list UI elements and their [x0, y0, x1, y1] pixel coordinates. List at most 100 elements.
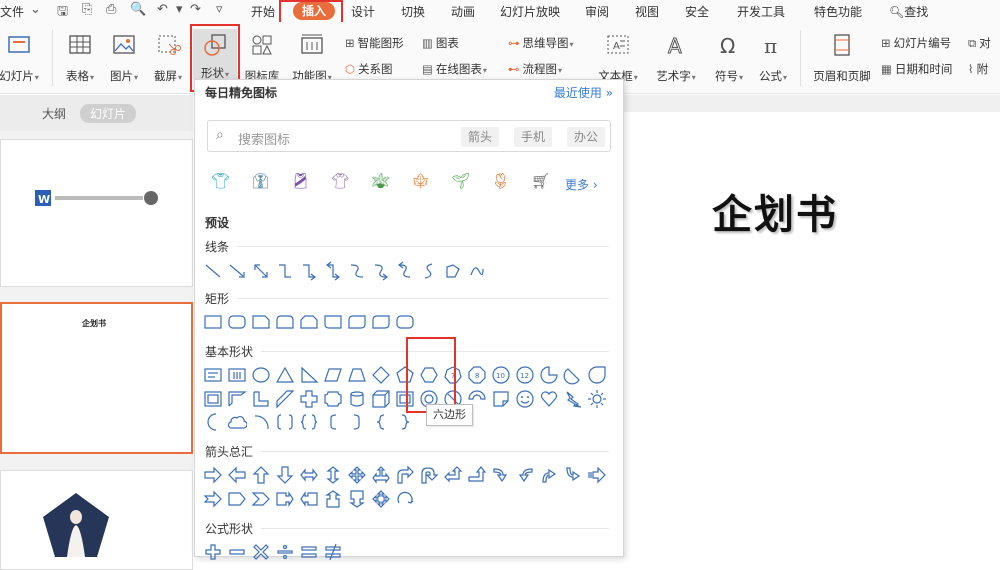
leaves-icon[interactable]: 🍁︎	[411, 172, 430, 190]
slide-thumbnail-3[interactable]	[0, 470, 193, 570]
tab-review[interactable]: 审阅	[585, 3, 609, 20]
left-right-up-arrow-shape[interactable]	[371, 465, 391, 485]
dodecagon-shape[interactable]: 12	[515, 365, 535, 385]
up-arrow-shape[interactable]	[251, 465, 271, 485]
not-equal-shape[interactable]	[323, 542, 343, 562]
hexagon-shape[interactable]	[419, 365, 439, 385]
screenshot-button[interactable]: 截屏▾	[148, 32, 188, 84]
right-bracket-shape[interactable]	[347, 412, 367, 432]
pentagon-shape[interactable]	[395, 365, 415, 385]
text-box-shape[interactable]	[203, 365, 223, 385]
diag-stripe-shape[interactable]	[275, 389, 295, 409]
left-arrow-shape[interactable]	[227, 465, 247, 485]
curved-right-arrow-shape[interactable]	[491, 465, 511, 485]
round2-rect-shape[interactable]	[347, 312, 367, 332]
round-top-rect-shape[interactable]	[275, 312, 295, 332]
tab-animation[interactable]: 动画	[451, 3, 475, 20]
clothes-icon[interactable]: 🎽︎	[291, 172, 310, 190]
right-triangle-shape[interactable]	[299, 365, 319, 385]
arrow-line-shape[interactable]	[227, 261, 247, 281]
heptagon-shape[interactable]: 7	[443, 365, 463, 385]
striped-right-arrow-shape[interactable]	[587, 465, 607, 485]
undo-icon[interactable]: ↶	[157, 2, 168, 17]
pentagon-arrow-shape[interactable]	[227, 489, 247, 509]
flower-pot-icon[interactable]: 🌷︎	[491, 172, 510, 190]
moon-shape[interactable]	[203, 412, 223, 432]
date-time-button[interactable]: ▦ 日期和时间	[881, 61, 952, 77]
chevron-shape[interactable]	[251, 489, 271, 509]
formula-button[interactable]: π 公式▾	[753, 32, 793, 84]
slide-number-button[interactable]: ⊞ 幻灯片编号	[881, 35, 951, 51]
tab-security[interactable]: 安全	[685, 3, 709, 20]
cube-shape[interactable]	[371, 389, 391, 409]
minus-shape[interactable]	[227, 542, 247, 562]
left-brace-shape[interactable]	[371, 412, 391, 432]
folded-corner-shape[interactable]	[491, 389, 511, 409]
right-brace-shape[interactable]	[395, 412, 415, 432]
u-turn-arrow-shape[interactable]	[419, 465, 439, 485]
icon-library-button[interactable]: 图标库	[241, 32, 283, 84]
slide-canvas[interactable]	[623, 112, 1000, 557]
slide-thumbnail-2[interactable]: 企划书	[0, 302, 193, 454]
undo-dropdown-icon[interactable]: ▾	[176, 2, 183, 17]
icon-search-box[interactable]: ⌕ 搜索图标 箭头 手机 办公	[207, 120, 611, 152]
decagon-shape[interactable]: 10	[491, 365, 511, 385]
up-down-arrow-shape[interactable]	[323, 465, 343, 485]
flowchart-button[interactable]: ⊷ 流程图▾	[508, 61, 562, 77]
quad-arrow-shape[interactable]	[347, 465, 367, 485]
scribble-shape[interactable]	[467, 261, 487, 281]
tab-slides[interactable]: 幻灯片	[80, 104, 137, 123]
tab-view[interactable]: 视图	[635, 3, 659, 20]
quad-arrow-callout-shape[interactable]	[371, 489, 391, 509]
sun-shape[interactable]	[587, 389, 607, 409]
round-rect-shape[interactable]	[227, 312, 247, 332]
curved-double-arrow-shape[interactable]	[395, 261, 415, 281]
elbow-connector-shape[interactable]	[275, 261, 295, 281]
triangle-shape[interactable]	[275, 365, 295, 385]
slide-title[interactable]: 企划书	[712, 182, 838, 240]
bevel-shape[interactable]	[395, 389, 415, 409]
header-footer-button[interactable]: 页眉和页脚	[808, 32, 876, 84]
tag-office[interactable]: 办公	[567, 127, 605, 147]
tab-home[interactable]: 开始	[251, 3, 275, 20]
double-bracket-shape[interactable]	[275, 412, 295, 432]
function-chart-button[interactable]: 功能图▾	[287, 32, 337, 84]
print-preview-icon[interactable]: 🔍	[130, 2, 146, 17]
object-button[interactable]: ⧉ 对	[968, 35, 991, 51]
snip2-rect-shape[interactable]	[299, 312, 319, 332]
curved-up-arrow-shape[interactable]	[539, 465, 559, 485]
multiply-shape[interactable]	[251, 542, 271, 562]
plant-pot-icon[interactable]: 🪴︎	[371, 172, 390, 190]
tab-slideshow[interactable]: 幻灯片放映	[500, 3, 560, 20]
bent-up-arrow-shape[interactable]	[467, 465, 487, 485]
line-shape[interactable]	[203, 261, 223, 281]
round1-rect-shape[interactable]	[323, 312, 343, 332]
attachment-button[interactable]: ⌇ 附	[968, 61, 988, 77]
double-brace-shape[interactable]	[299, 412, 319, 432]
chevron-down-icon[interactable]: ⌄	[30, 2, 41, 17]
slide-thumbnail-1[interactable]: W	[0, 139, 193, 287]
lightning-shape[interactable]	[563, 389, 583, 409]
tab-transition[interactable]: 切换	[401, 3, 425, 20]
wordart-button[interactable]: A 艺术字▾	[651, 32, 701, 84]
l-shape-shape[interactable]	[251, 389, 271, 409]
down-arrow-shape[interactable]	[275, 465, 295, 485]
frame-shape[interactable]	[203, 389, 223, 409]
parallelogram-shape[interactable]	[323, 365, 343, 385]
teardrop-shape[interactable]	[587, 365, 607, 385]
oval-shape[interactable]	[251, 365, 271, 385]
textbox-button[interactable]: A 文本框▾	[593, 32, 643, 84]
search-input[interactable]: 搜索图标	[238, 129, 290, 148]
wheelbarrow-icon[interactable]: 🛒︎	[531, 172, 550, 190]
tab-design[interactable]: 设计	[351, 3, 375, 20]
freeform-shape[interactable]	[443, 261, 463, 281]
bent-arrow-shape[interactable]	[395, 465, 415, 485]
export-icon[interactable]: ⎘	[82, 2, 92, 17]
right-arrow-shape[interactable]	[203, 465, 223, 485]
tab-outline[interactable]: 大纲	[42, 105, 66, 122]
tab-developer[interactable]: 开发工具	[737, 3, 785, 20]
print-icon[interactable]: ⎙	[106, 2, 116, 17]
tshirt-icon[interactable]: 👕︎	[211, 172, 230, 190]
heart-shape[interactable]	[539, 389, 559, 409]
tab-insert[interactable]: 插入	[293, 2, 335, 20]
